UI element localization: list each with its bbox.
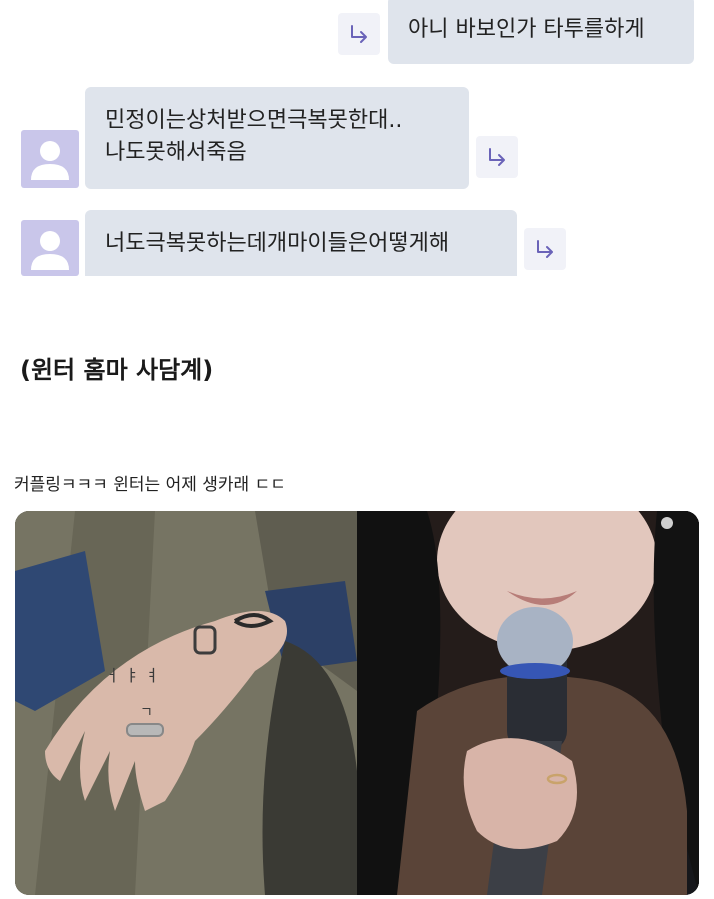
reply-arrow-icon <box>489 148 505 166</box>
message-text-line: 나도못해서죽음 <box>105 140 247 165</box>
message-bubble-sent: 아니 바보인가 타투를하게 <box>388 0 694 64</box>
photo-collage[interactable]: ㅓ ㅑ ㅕ ㄱ <box>15 511 699 895</box>
message-text-line: 민정이는상처받으면극복못한대.. <box>105 108 403 133</box>
svg-text:ㅓ ㅑ ㅕ: ㅓ ㅑ ㅕ <box>105 666 159 685</box>
default-user-avatar-icon <box>31 231 69 270</box>
avatar[interactable] <box>21 130 79 188</box>
reply-button[interactable] <box>338 13 380 55</box>
hand-with-tattoos-and-ring-photo: ㅓ ㅑ ㅕ ㄱ <box>15 511 357 895</box>
reply-arrow-icon <box>351 25 367 43</box>
avatar[interactable] <box>21 220 79 276</box>
message-bubble-received: 민정이는상처받으면극복못한대.. 나도못해서죽음 <box>85 87 469 189</box>
post-caption: 커플링ㅋㅋㅋ 윈터는 어제 생카래 ㄷㄷ <box>14 475 286 495</box>
message-text: 아니 바보인가 타투를하게 <box>408 17 645 42</box>
message-bubble-received: 너도극복못하는데개마이들은어떻게해 <box>85 210 517 276</box>
svg-text:ㄱ: ㄱ <box>140 705 153 721</box>
message-text: 너도극복못하는데개마이들은어떻게해 <box>105 231 450 256</box>
default-user-avatar-icon <box>31 141 69 180</box>
reply-button[interactable] <box>476 136 518 178</box>
reply-arrow-icon <box>537 240 553 258</box>
singer-with-microphone-ring-photo <box>357 511 699 895</box>
reply-button[interactable] <box>524 228 566 270</box>
post-heading: (윈터 홈마 사담계) <box>20 356 214 384</box>
